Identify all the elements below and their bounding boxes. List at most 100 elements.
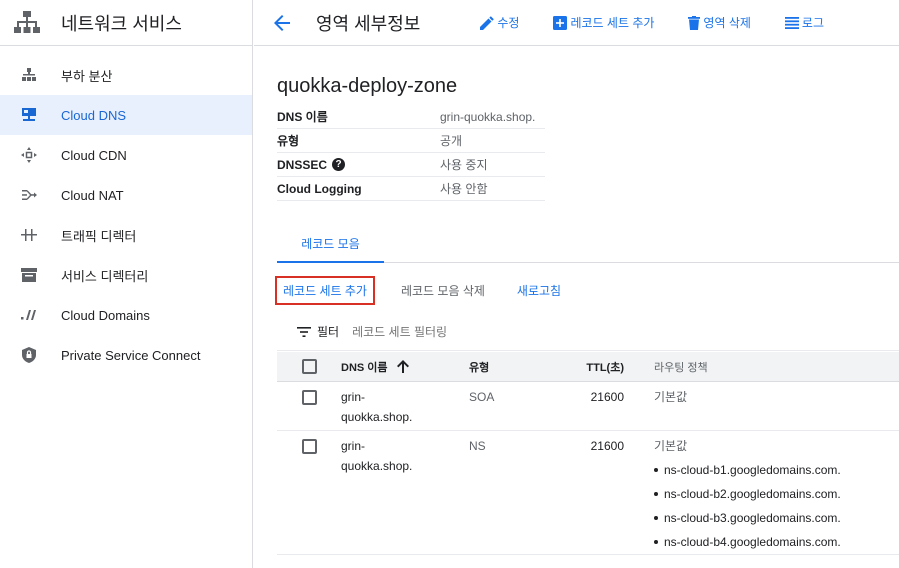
record-data-list: ns-cloud-b1.googledomains.com. ns-cloud-… xyxy=(654,458,899,554)
detail-key-dnssec: DNSSEC ? xyxy=(277,158,440,172)
row-checkbox[interactable] xyxy=(301,390,317,405)
sidebar-item-label: Cloud CDN xyxy=(61,147,127,163)
cdn-icon xyxy=(20,146,38,164)
arrow-left-icon xyxy=(274,14,290,31)
detail-key: Cloud Logging xyxy=(277,181,362,196)
detail-row: 유형 공개 xyxy=(277,129,545,153)
filter-input[interactable] xyxy=(352,324,653,339)
sidebar-item-label: Cloud DNS xyxy=(61,107,127,123)
sidebar-item-cloud-cdn[interactable]: Cloud CDN xyxy=(0,135,252,175)
detail-key: DNS 이름 xyxy=(277,110,328,124)
column-type-label: 유형 xyxy=(469,361,490,374)
network-services-icon xyxy=(14,10,40,33)
logs-button[interactable]: 로그 xyxy=(784,14,825,31)
column-routing-header[interactable]: 라우팅 정책 xyxy=(624,359,899,375)
delete-zone-button[interactable]: 영역 삭제 xyxy=(688,14,751,31)
record-type: SOA xyxy=(469,390,495,404)
record-data-item: ns-cloud-b4.googledomains.com. xyxy=(654,530,899,554)
logs-label: 로그 xyxy=(801,16,825,30)
filter-icon xyxy=(297,326,311,337)
sidebar-item-cloud-dns[interactable]: Cloud DNS xyxy=(0,95,252,135)
detail-row: DNS 이름 grin-quokka.shop. xyxy=(277,105,545,129)
column-name-label: DNS 이름 xyxy=(341,361,388,374)
delete-record-sets-button[interactable]: 레코드 모음 삭제 xyxy=(401,282,485,299)
record-ttl: 21600 xyxy=(590,439,624,453)
private-connect-icon xyxy=(20,346,38,364)
record-routing: 기본값 xyxy=(654,390,688,404)
page-header: 영역 세부정보 수정 레코드 세트 추가 영역 삭제 로그 xyxy=(254,0,899,46)
add-record-set-label: 레코드 세트 추가 xyxy=(570,16,655,30)
page-title: 영역 세부정보 xyxy=(316,13,421,34)
record-actions: 레코드 세트 추가 레코드 모음 삭제 새로고침 xyxy=(275,275,561,305)
edit-button[interactable]: 수정 xyxy=(480,14,519,31)
detail-value: 사용 안함 xyxy=(440,182,488,196)
nat-icon xyxy=(20,186,38,204)
filter-bar: 필터 xyxy=(277,313,899,351)
record-routing: 기본값 xyxy=(654,439,688,453)
sidebar-item-label: Private Service Connect xyxy=(61,347,201,363)
column-type-header[interactable]: 유형 xyxy=(469,359,559,375)
sidebar-item-label: 트래픽 디렉터 xyxy=(61,228,137,244)
table-row: grin- quokka.shop. SOA 21600 기본값 xyxy=(277,382,899,431)
zone-name: quokka-deploy-zone xyxy=(277,75,458,97)
sidebar-item-label: 부하 분산 xyxy=(61,68,113,84)
record-data-item: ns-cloud-b1.googledomains.com. xyxy=(654,458,899,482)
sidebar-item-service-directory[interactable]: 서비스 디렉터리 xyxy=(0,255,252,295)
sidebar-item-cloud-nat[interactable]: Cloud NAT xyxy=(0,175,252,215)
sidebar-header: 네트워크 서비스 xyxy=(0,0,252,46)
record-data-item: ns-cloud-b3.googledomains.com. xyxy=(654,506,899,530)
help-icon[interactable]: ? xyxy=(332,158,346,171)
sidebar-item-load-balancing[interactable]: 부하 분산 xyxy=(0,55,252,95)
detail-value: grin-quokka.shop. xyxy=(440,109,536,124)
sidebar-item-traffic-director[interactable]: 트래픽 디렉터 xyxy=(0,215,252,255)
sidebar: 네트워크 서비스 부하 분산 Cloud DNS Cloud CDN Cloud… xyxy=(0,0,253,568)
table-header: DNS 이름 유형 TTL(초) 라우팅 정책 xyxy=(277,352,899,382)
refresh-button[interactable]: 새로고침 xyxy=(517,282,561,299)
sidebar-item-private-service-connect[interactable]: Private Service Connect xyxy=(0,335,252,375)
sidebar-item-label: Cloud NAT xyxy=(61,187,124,203)
sidebar-item-label: Cloud Domains xyxy=(61,307,150,323)
detail-row: Cloud Logging 사용 안함 xyxy=(277,177,545,201)
add-record-set-button[interactable]: 레코드 세트 추가 xyxy=(275,275,375,305)
arrow-up-icon xyxy=(396,360,409,373)
column-ttl-header[interactable]: TTL(초) xyxy=(559,359,624,375)
row-check-cell xyxy=(277,436,341,454)
delete-zone-label: 영역 삭제 xyxy=(703,16,751,30)
detail-key-label: DNSSEC xyxy=(277,157,328,172)
column-ttl-label: TTL(초) xyxy=(586,361,624,374)
record-routing-cell: 기본값 ns-cloud-b1.googledomains.com. ns-cl… xyxy=(624,436,899,554)
record-type: NS xyxy=(469,439,486,453)
record-name-line: quokka.shop. xyxy=(341,410,413,424)
table-row: grin- quokka.shop. NS 21600 기본값 ns-cloud… xyxy=(277,431,899,555)
zone-details: DNS 이름 grin-quokka.shop. 유형 공개 DNSSEC ? … xyxy=(277,105,545,201)
record-sets-table: DNS 이름 유형 TTL(초) 라우팅 정책 grin- quokka.sho… xyxy=(277,352,899,555)
tab-bar: 레코드 모음 xyxy=(277,225,899,263)
tab-record-sets[interactable]: 레코드 모음 xyxy=(277,225,384,263)
column-name-header[interactable]: DNS 이름 xyxy=(341,359,469,375)
pencil-icon xyxy=(480,15,495,30)
select-all-cell xyxy=(277,359,341,374)
domains-icon xyxy=(20,306,38,324)
detail-key: 유형 xyxy=(277,134,300,148)
sidebar-title: 네트워크 서비스 xyxy=(61,13,182,34)
record-name-line: grin- xyxy=(341,439,366,453)
sidebar-item-cloud-domains[interactable]: Cloud Domains xyxy=(0,295,252,335)
edit-label: 수정 xyxy=(497,16,520,30)
row-check-cell xyxy=(277,387,341,405)
record-name[interactable]: grin- quokka.shop. xyxy=(341,436,469,476)
column-routing-label: 라우팅 정책 xyxy=(654,361,708,374)
add-box-icon xyxy=(553,15,568,30)
back-button[interactable] xyxy=(270,11,294,35)
record-ttl: 21600 xyxy=(590,390,624,404)
record-name-line: grin- xyxy=(341,390,366,404)
record-name[interactable]: grin- quokka.shop. xyxy=(341,387,469,427)
list-icon xyxy=(784,16,799,29)
dns-icon xyxy=(20,106,38,124)
select-all-checkbox[interactable] xyxy=(301,359,317,374)
filter-label: 필터 xyxy=(317,325,340,339)
sidebar-item-label: 서비스 디렉터리 xyxy=(61,268,149,284)
detail-row: DNSSEC ? 사용 중지 xyxy=(277,153,545,177)
add-record-set-header-button[interactable]: 레코드 세트 추가 xyxy=(553,14,654,31)
row-checkbox[interactable] xyxy=(301,439,317,454)
record-data-item: ns-cloud-b2.googledomains.com. xyxy=(654,482,899,506)
